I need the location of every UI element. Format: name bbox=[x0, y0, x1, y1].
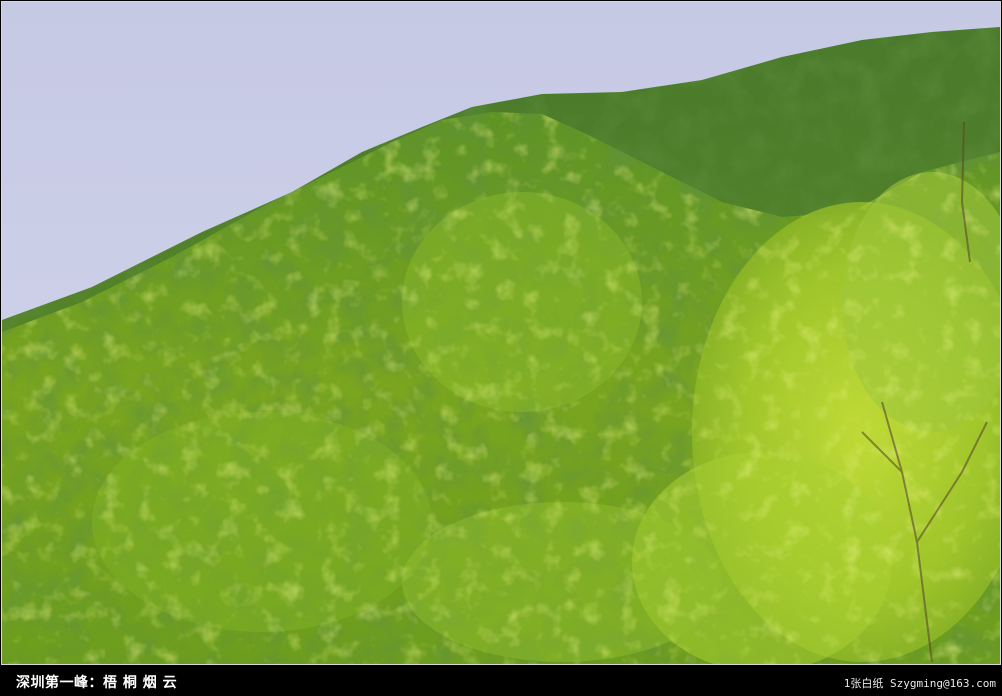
caption-bar: 深圳第一峰：梧 桐 烟 云 1张白纸 Szygming@163.com bbox=[0, 666, 1002, 696]
photo-credit: 1张白纸 Szygming@163.com bbox=[843, 677, 996, 690]
photo-title: 深圳第一峰：梧 桐 烟 云 bbox=[16, 675, 178, 691]
landscape-photo bbox=[1, 1, 1001, 665]
image-frame: 深圳第一峰：梧 桐 烟 云 1张白纸 Szygming@163.com bbox=[0, 0, 1002, 696]
